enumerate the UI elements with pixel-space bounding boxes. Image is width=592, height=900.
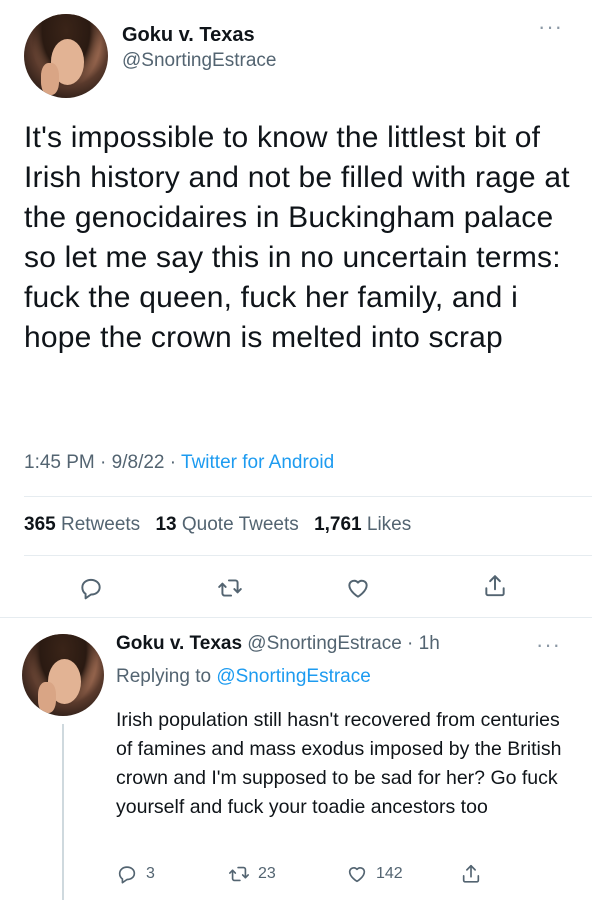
like-action[interactable]: 142	[346, 862, 403, 886]
quote-tweets-stat[interactable]: 13 Quote Tweets	[155, 514, 298, 535]
divider	[24, 555, 592, 556]
tweet-meta: 1:45 PM · 9/8/22 · Twitter for Android	[24, 452, 335, 473]
retweets-stat[interactable]: 365 Retweets	[24, 514, 140, 535]
tweet-source[interactable]: Twitter for Android	[181, 452, 334, 473]
replying-to-mention[interactable]: @SnortingEstrace	[216, 666, 370, 687]
author-name[interactable]: Goku v. Texas	[122, 24, 255, 47]
reply-text: Irish population still hasn't recovered …	[116, 709, 562, 818]
likes-stat[interactable]: 1,761 Likes	[314, 514, 411, 535]
heart-icon	[348, 867, 366, 883]
retweet-count: 23	[258, 865, 276, 882]
divider	[0, 617, 592, 618]
tweet-date[interactable]: 9/8/22	[112, 452, 165, 473]
like-count: 142	[376, 865, 403, 882]
thread-line	[62, 724, 64, 900]
more-horizontal-icon[interactable]: ···	[536, 634, 561, 656]
replying-to: Replying to @SnortingEstrace	[116, 666, 371, 687]
reply-age[interactable]: 1h	[419, 633, 440, 654]
share-icon	[462, 864, 480, 883]
author-avatar[interactable]	[24, 14, 108, 98]
share-icon[interactable]	[482, 573, 508, 599]
reply-author-name[interactable]: Goku v. Texas	[116, 633, 242, 654]
reply-author-handle[interactable]: @SnortingEstrace	[247, 633, 401, 654]
retweet-icon[interactable]	[217, 575, 243, 601]
reply-icon	[118, 866, 136, 884]
tweet-text: It's impossible to know the littlest bit…	[24, 121, 570, 354]
reply-author-avatar[interactable]	[22, 634, 104, 716]
retweet-action[interactable]: 23	[228, 862, 276, 886]
reply-count: 3	[146, 865, 155, 882]
divider	[24, 496, 592, 497]
tweet-time[interactable]: 1:45 PM	[24, 452, 95, 473]
more-horizontal-icon[interactable]: ···	[538, 16, 563, 38]
heart-icon[interactable]	[345, 575, 371, 601]
retweet-icon	[229, 866, 249, 882]
share-action[interactable]	[460, 862, 490, 886]
reply-icon[interactable]	[78, 575, 104, 601]
reply-header: Goku v. Texas @SnortingEstrace · 1h	[116, 633, 440, 654]
reply-action[interactable]: 3	[116, 862, 155, 886]
tweet-stats: 365 Retweets 13 Quote Tweets 1,761 Likes	[24, 514, 411, 536]
author-handle[interactable]: @SnortingEstrace	[122, 50, 276, 72]
